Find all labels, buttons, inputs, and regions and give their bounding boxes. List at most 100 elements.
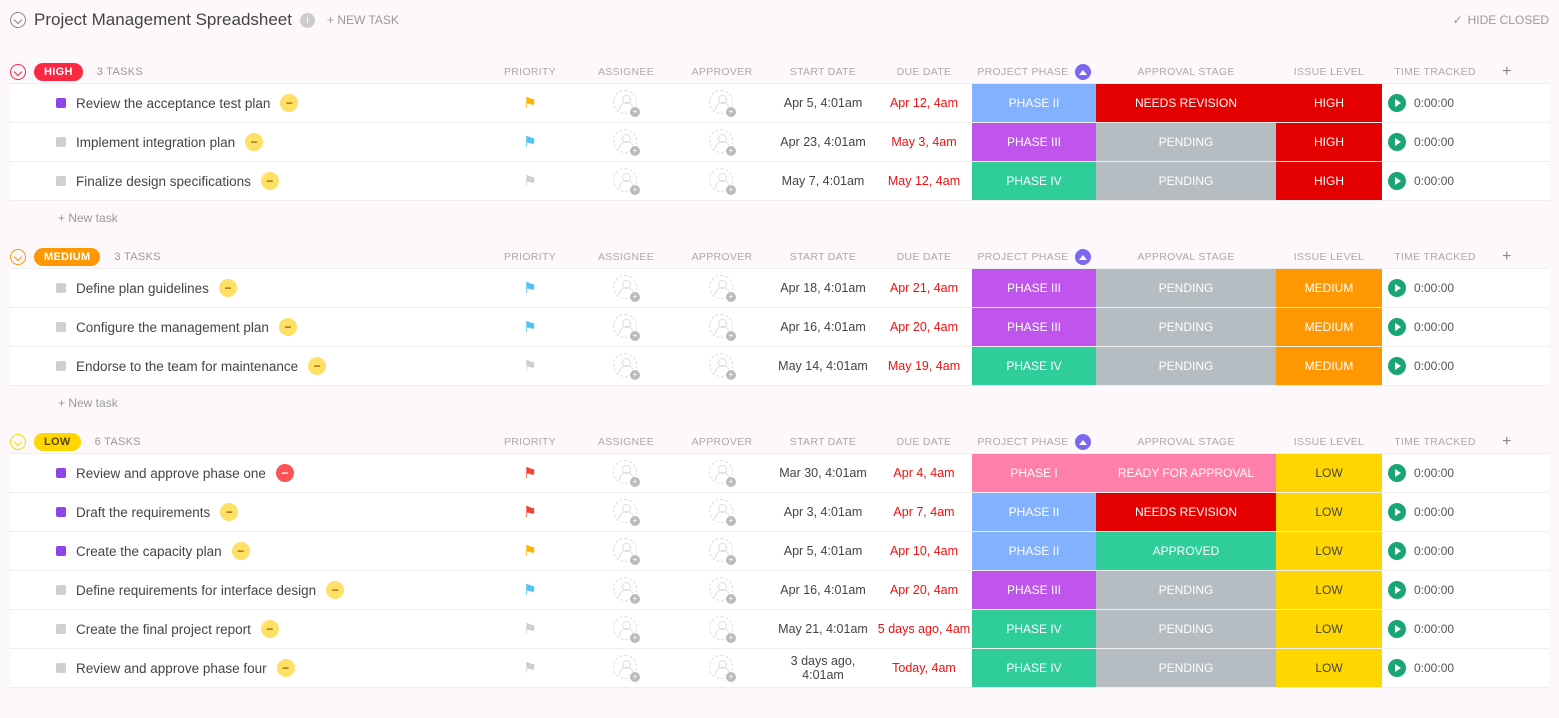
assignee-picker[interactable]: + <box>613 90 639 116</box>
col-due-date[interactable]: DUE DATE <box>876 247 972 267</box>
task-row[interactable]: Define plan guidelines − ⚑ + + Apr 18, 4… <box>10 268 1549 308</box>
due-date[interactable]: May 19, 4am <box>876 359 972 373</box>
col-approval-stage[interactable]: APPROVAL STAGE <box>1096 432 1276 452</box>
priority-flag[interactable]: ⚑ <box>482 357 578 375</box>
col-priority[interactable]: PRIORITY <box>482 432 578 452</box>
approval-stage-cell[interactable]: NEEDS REVISION <box>1096 84 1276 122</box>
approver-picker[interactable]: + <box>709 353 735 379</box>
approval-stage-cell[interactable]: PENDING <box>1096 347 1276 385</box>
status-pill[interactable]: − <box>276 464 294 482</box>
new-task-row[interactable]: + New task <box>10 386 1549 410</box>
issue-level-cell[interactable]: HIGH <box>1276 84 1382 122</box>
start-date[interactable]: Apr 5, 4:01am <box>770 544 876 558</box>
start-date[interactable]: Apr 3, 4:01am <box>770 505 876 519</box>
col-assignee[interactable]: ASSIGNEE <box>578 62 674 82</box>
status-pill[interactable]: − <box>279 318 297 336</box>
time-tracked-cell[interactable]: 0:00:00 <box>1382 172 1488 190</box>
due-date[interactable]: Apr 7, 4am <box>876 505 972 519</box>
col-time-tracked[interactable]: TIME TRACKED <box>1382 247 1488 267</box>
status-pill[interactable]: − <box>220 503 238 521</box>
col-approver[interactable]: APPROVER <box>674 62 770 82</box>
col-due-date[interactable]: DUE DATE <box>876 62 972 82</box>
col-priority[interactable]: PRIORITY <box>482 62 578 82</box>
col-issue-level[interactable]: ISSUE LEVEL <box>1276 432 1382 452</box>
time-tracked-cell[interactable]: 0:00:00 <box>1382 94 1488 112</box>
priority-flag[interactable]: ⚑ <box>482 503 578 521</box>
approval-stage-cell[interactable]: PENDING <box>1096 308 1276 346</box>
project-phase-cell[interactable]: PHASE IV <box>972 162 1096 200</box>
project-phase-cell[interactable]: PHASE III <box>972 123 1096 161</box>
col-issue-level[interactable]: ISSUE LEVEL <box>1276 247 1382 267</box>
sort-asc-icon[interactable] <box>1075 249 1091 265</box>
new-task-button[interactable]: + NEW TASK <box>327 13 399 27</box>
issue-level-cell[interactable]: HIGH <box>1276 162 1382 200</box>
col-assignee[interactable]: ASSIGNEE <box>578 432 674 452</box>
priority-flag[interactable]: ⚑ <box>482 318 578 336</box>
project-phase-cell[interactable]: PHASE II <box>972 493 1096 531</box>
project-phase-cell[interactable]: PHASE IV <box>972 610 1096 648</box>
assignee-picker[interactable]: + <box>613 577 639 603</box>
start-date[interactable]: Apr 5, 4:01am <box>770 96 876 110</box>
col-project-phase[interactable]: PROJECT PHASE <box>972 60 1096 84</box>
task-title-cell[interactable]: Define requirements for interface design… <box>10 581 482 599</box>
task-status-square[interactable] <box>56 361 66 371</box>
time-tracked-cell[interactable]: 0:00:00 <box>1382 464 1488 482</box>
start-date[interactable]: Apr 23, 4:01am <box>770 135 876 149</box>
approval-stage-cell[interactable]: PENDING <box>1096 162 1276 200</box>
start-date[interactable]: Apr 16, 4:01am <box>770 320 876 334</box>
play-icon[interactable] <box>1388 581 1406 599</box>
task-title-cell[interactable]: Create the capacity plan − <box>10 542 482 560</box>
task-title[interactable]: Endorse to the team for maintenance <box>76 359 298 374</box>
start-date[interactable]: Apr 18, 4:01am <box>770 281 876 295</box>
approval-stage-cell[interactable]: PENDING <box>1096 649 1276 687</box>
time-tracked-cell[interactable]: 0:00:00 <box>1382 581 1488 599</box>
add-column-button[interactable]: + <box>1488 433 1526 451</box>
play-icon[interactable] <box>1388 133 1406 151</box>
issue-level-cell[interactable]: MEDIUM <box>1276 269 1382 307</box>
sort-asc-icon[interactable] <box>1075 64 1091 80</box>
status-pill[interactable]: − <box>245 133 263 151</box>
task-status-square[interactable] <box>56 283 66 293</box>
col-start-date[interactable]: START DATE <box>770 62 876 82</box>
approver-picker[interactable]: + <box>709 655 735 681</box>
project-phase-cell[interactable]: PHASE II <box>972 84 1096 122</box>
task-title-cell[interactable]: Configure the management plan − <box>10 318 482 336</box>
col-start-date[interactable]: START DATE <box>770 247 876 267</box>
issue-level-cell[interactable]: LOW <box>1276 454 1382 492</box>
due-date[interactable]: May 3, 4am <box>876 135 972 149</box>
col-priority[interactable]: PRIORITY <box>482 247 578 267</box>
approval-stage-cell[interactable]: NEEDS REVISION <box>1096 493 1276 531</box>
task-row[interactable]: Review the acceptance test plan − ⚑ + + … <box>10 83 1549 123</box>
new-task-row[interactable]: + New task <box>10 201 1549 225</box>
issue-level-cell[interactable]: LOW <box>1276 649 1382 687</box>
start-date[interactable]: 3 days ago, 4:01am <box>770 654 876 682</box>
approval-stage-cell[interactable]: APPROVED <box>1096 532 1276 570</box>
col-issue-level[interactable]: ISSUE LEVEL <box>1276 62 1382 82</box>
priority-flag[interactable]: ⚑ <box>482 94 578 112</box>
play-icon[interactable] <box>1388 464 1406 482</box>
group-badge[interactable]: MEDIUM <box>34 248 100 266</box>
play-icon[interactable] <box>1388 279 1406 297</box>
task-row[interactable]: Configure the management plan − ⚑ + + Ap… <box>10 307 1549 347</box>
due-date[interactable]: May 12, 4am <box>876 174 972 188</box>
play-icon[interactable] <box>1388 503 1406 521</box>
assignee-picker[interactable]: + <box>613 460 639 486</box>
approver-picker[interactable]: + <box>709 538 735 564</box>
status-pill[interactable]: − <box>232 542 250 560</box>
play-icon[interactable] <box>1388 94 1406 112</box>
task-title-cell[interactable]: Finalize design specifications − <box>10 172 482 190</box>
start-date[interactable]: Mar 30, 4:01am <box>770 466 876 480</box>
time-tracked-cell[interactable]: 0:00:00 <box>1382 279 1488 297</box>
task-status-square[interactable] <box>56 176 66 186</box>
due-date[interactable]: Apr 20, 4am <box>876 583 972 597</box>
assignee-picker[interactable]: + <box>613 538 639 564</box>
issue-level-cell[interactable]: LOW <box>1276 532 1382 570</box>
task-row[interactable]: Define requirements for interface design… <box>10 570 1549 610</box>
task-title[interactable]: Create the capacity plan <box>76 544 222 559</box>
task-status-square[interactable] <box>56 322 66 332</box>
task-title[interactable]: Create the final project report <box>76 622 251 637</box>
group-collapse-icon[interactable] <box>10 64 26 80</box>
issue-level-cell[interactable]: MEDIUM <box>1276 308 1382 346</box>
due-date[interactable]: Apr 20, 4am <box>876 320 972 334</box>
approver-picker[interactable]: + <box>709 168 735 194</box>
